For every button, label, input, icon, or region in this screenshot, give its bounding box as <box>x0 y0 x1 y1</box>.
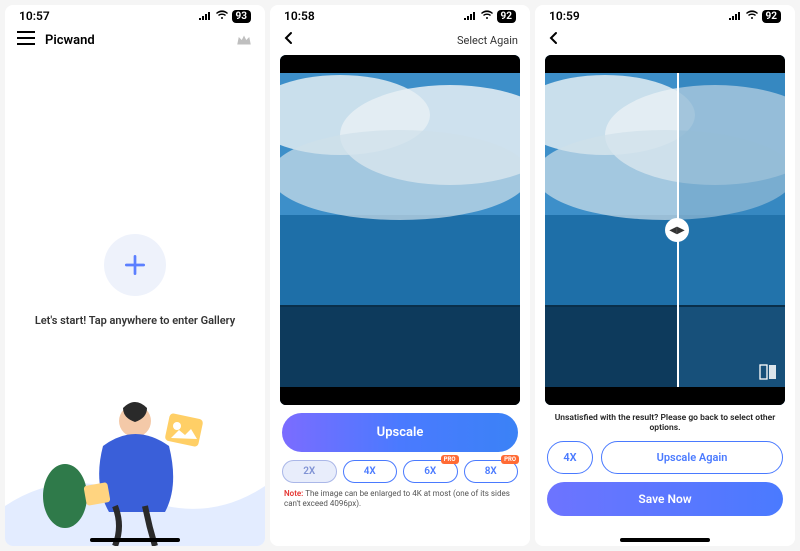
scale-4x[interactable]: 4X <box>343 460 398 483</box>
status-bar: 10:58 92 <box>270 5 530 25</box>
app-header: Select Again <box>270 25 530 55</box>
home-indicator <box>90 538 180 542</box>
scale-options: 2X 4X 6XPRO 8XPRO <box>270 452 530 483</box>
wifi-icon <box>745 9 759 23</box>
battery-badge: 92 <box>497 10 516 23</box>
letterbox <box>280 55 520 73</box>
upscale-button[interactable]: Upscale <box>282 413 518 452</box>
scale-8x[interactable]: 8XPRO <box>464 460 519 483</box>
screen-result: 10:59 92 ◀▶ <box>535 5 795 546</box>
compare-preview[interactable]: ◀▶ <box>545 55 785 405</box>
signal-icon <box>463 9 477 23</box>
screen-home: 10:57 93 Picwand Let's start! Tap an <box>5 5 265 546</box>
note-text: Note: The image can be enlarged to 4K at… <box>270 483 530 510</box>
signal-icon <box>728 9 742 23</box>
letterbox <box>545 387 785 405</box>
home-content[interactable]: Let's start! Tap anywhere to enter Galle… <box>5 55 265 546</box>
compare-handle-icon[interactable]: ◀▶ <box>665 218 689 242</box>
screen-upscale: 10:58 92 Select Again Upscale <box>270 5 530 546</box>
status-right: 92 <box>463 9 516 23</box>
back-icon[interactable] <box>547 31 561 49</box>
home-indicator <box>620 538 710 542</box>
scale-2x[interactable]: 2X <box>282 460 337 483</box>
compare-toggle-icon[interactable] <box>759 363 777 381</box>
status-right: 92 <box>728 9 781 23</box>
save-now-button[interactable]: Save Now <box>547 482 783 516</box>
prompt-text: Let's start! Tap anywhere to enter Galle… <box>15 314 255 327</box>
scale-6x[interactable]: 6XPRO <box>403 460 458 483</box>
upscale-content: Upscale 2X 4X 6XPRO 8XPRO Note: The imag… <box>270 55 530 546</box>
pro-badge: PRO <box>501 455 519 464</box>
status-time: 10:58 <box>284 9 315 23</box>
pro-badge: PRO <box>441 455 459 464</box>
result-message: Unsatisfied with the result? Please go b… <box>535 405 795 437</box>
result-content: ◀▶ Unsatisfied with the result? Please g… <box>535 55 795 546</box>
letterbox <box>280 387 520 405</box>
status-bar: 10:59 92 <box>535 5 795 25</box>
status-time: 10:59 <box>549 9 580 23</box>
app-header <box>535 25 795 55</box>
battery-badge: 92 <box>762 10 781 23</box>
wifi-icon <box>480 9 494 23</box>
letterbox <box>545 55 785 73</box>
home-illustration <box>5 366 265 546</box>
upscale-again-button[interactable]: Upscale Again <box>601 441 783 474</box>
back-icon[interactable] <box>282 31 296 49</box>
scale-4x-chip[interactable]: 4X <box>547 441 593 474</box>
add-button[interactable] <box>104 234 166 296</box>
select-again-link[interactable]: Select Again <box>457 34 518 47</box>
image-preview[interactable] <box>280 55 520 405</box>
